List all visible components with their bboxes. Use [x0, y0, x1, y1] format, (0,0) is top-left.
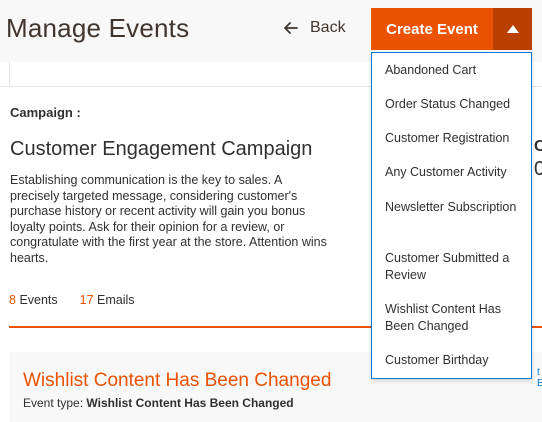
- create-event-dropdown-menu: Abandoned Cart Order Status Changed Cust…: [371, 52, 532, 379]
- create-event-dropdown-toggle[interactable]: [493, 8, 532, 50]
- dropdown-item-customer-registration[interactable]: Customer Registration: [385, 130, 525, 147]
- dropdown-item-newsletter-subscription[interactable]: Newsletter Subscription: [385, 199, 525, 216]
- side-panel-heading: C: [534, 138, 542, 155]
- create-event-split-button: Create Event: [371, 8, 532, 50]
- divider: [9, 62, 10, 86]
- campaign-description: Establishing communication is the key to…: [10, 173, 327, 265]
- event-type-label: Event type:: [23, 396, 84, 410]
- emails-count: 17: [79, 293, 94, 307]
- edit-event-link[interactable]: t E: [537, 367, 542, 389]
- emails-stat: 17 Emails: [80, 293, 135, 307]
- side-panel-value: 0: [534, 158, 542, 180]
- campaign-label: Campaign :: [10, 105, 81, 120]
- dropdown-item-customer-birthday[interactable]: Customer Birthday: [385, 352, 525, 369]
- emails-label: Emails: [97, 293, 135, 307]
- events-count: 8: [9, 293, 16, 307]
- back-label: Back: [310, 19, 346, 36]
- back-button[interactable]: Back: [284, 19, 346, 37]
- caret-up-icon: [506, 25, 519, 33]
- events-label: Events: [19, 293, 58, 307]
- create-event-button[interactable]: Create Event: [371, 8, 493, 50]
- dropdown-item-customer-submitted-review[interactable]: Customer Submitted a Review: [385, 250, 525, 284]
- event-title[interactable]: Wishlist Content Has Been Changed: [23, 370, 331, 392]
- dropdown-item-wishlist-content-changed[interactable]: Wishlist Content Has Been Changed: [385, 301, 525, 335]
- page-title: Manage Events: [6, 13, 190, 43]
- arrow-left-icon: [284, 22, 298, 34]
- campaign-name: Customer Engagement Campaign: [10, 138, 313, 160]
- dropdown-item-any-customer-activity[interactable]: Any Customer Activity: [385, 164, 525, 181]
- dropdown-item-abandoned-cart[interactable]: Abandoned Cart: [385, 62, 525, 79]
- event-type-value: Wishlist Content Has Been Changed: [86, 396, 294, 410]
- event-type: Event type: Wishlist Content Has Been Ch…: [23, 396, 294, 410]
- dropdown-item-order-status-changed[interactable]: Order Status Changed: [385, 96, 525, 113]
- events-stat: 8 Events: [9, 293, 58, 307]
- campaign-stats: 8 Events 17 Emails: [9, 293, 135, 307]
